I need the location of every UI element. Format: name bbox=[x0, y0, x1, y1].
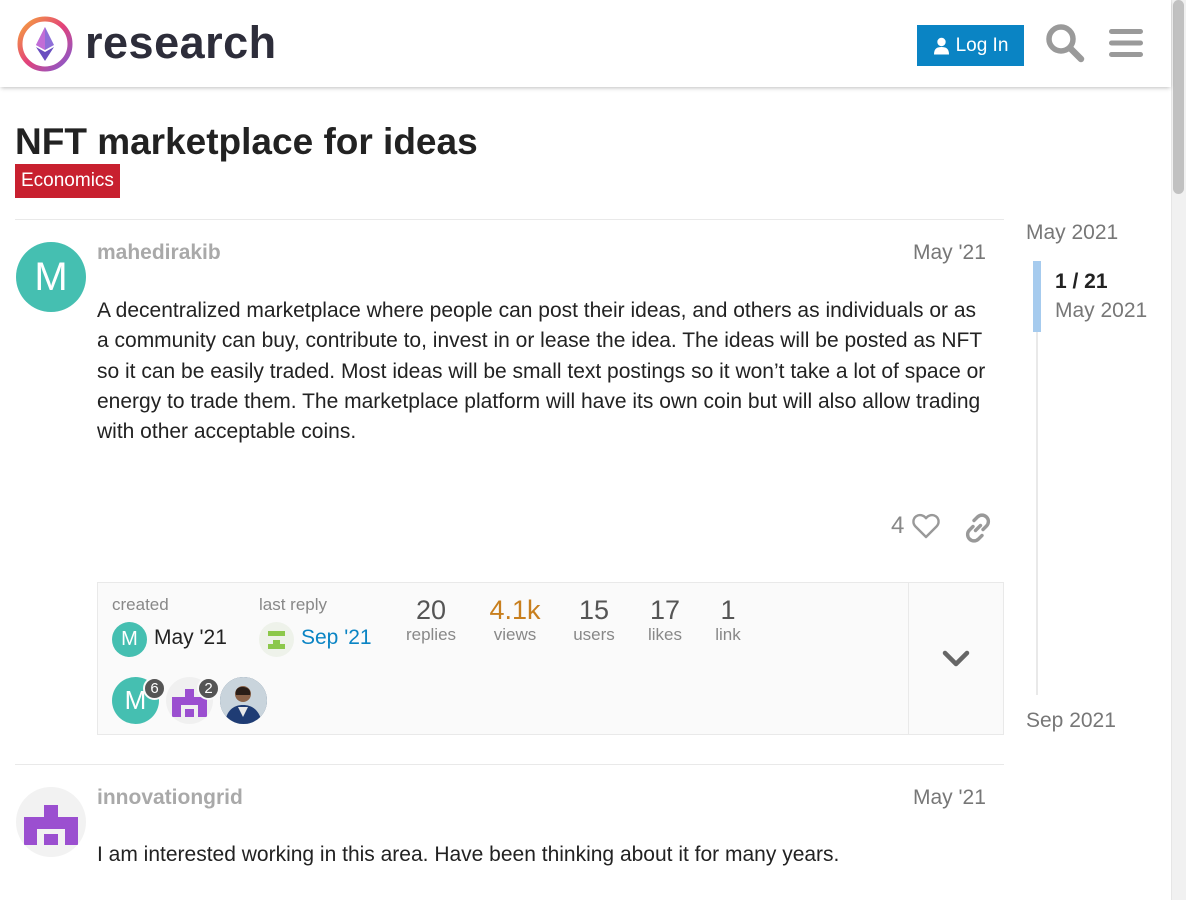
logo-text: research bbox=[85, 16, 277, 68]
log-in-label: Log In bbox=[955, 34, 1009, 56]
expand-topic-map-button[interactable] bbox=[908, 583, 1003, 734]
site-logo[interactable]: research bbox=[16, 15, 277, 73]
post-username[interactable]: innovationgrid bbox=[97, 786, 243, 810]
timeline-handle[interactable] bbox=[1033, 261, 1041, 332]
ethereum-research-logo-icon bbox=[17, 16, 73, 72]
topic-map-summary: created M May '21 last reply Sep '21 20 … bbox=[98, 583, 908, 734]
user-icon bbox=[933, 37, 949, 54]
scrollbar-thumb[interactable] bbox=[1173, 0, 1184, 194]
post-date[interactable]: May '21 bbox=[913, 786, 986, 810]
created-label: created bbox=[112, 595, 169, 614]
identicon-green-icon bbox=[268, 631, 285, 649]
post-divider bbox=[15, 764, 1004, 765]
stat-likes: 17 likes bbox=[639, 595, 691, 645]
stat-value: 20 bbox=[415, 595, 447, 625]
like-count: 4 bbox=[891, 512, 905, 539]
avatar[interactable]: M bbox=[16, 242, 86, 312]
identicon-purple-icon bbox=[24, 805, 78, 845]
stat-value: 1 bbox=[720, 595, 736, 625]
timeline-start-date[interactable]: May 2021 bbox=[1026, 221, 1118, 245]
stat-label: views bbox=[493, 625, 537, 644]
created-date: May '21 bbox=[154, 626, 227, 649]
stat-value: 15 bbox=[578, 595, 610, 625]
link-icon[interactable] bbox=[962, 512, 994, 544]
post-divider bbox=[15, 219, 1004, 220]
stat-value: 4.1k bbox=[489, 595, 541, 625]
category-badge[interactable]: Economics bbox=[15, 164, 120, 198]
topic-map: created M May '21 last reply Sep '21 20 … bbox=[97, 582, 1004, 735]
post-body: A decentralized marketplace where people… bbox=[97, 299, 986, 444]
timeline-end-date[interactable]: Sep 2021 bbox=[1026, 709, 1116, 733]
stat-label: replies bbox=[405, 625, 457, 644]
timeline-position: 1 / 21 bbox=[1055, 270, 1108, 293]
stat-users: 15 users bbox=[564, 595, 624, 645]
stat-label: likes bbox=[647, 625, 682, 644]
heart-icon bbox=[912, 513, 941, 539]
stat-views: 4.1k views bbox=[482, 595, 548, 645]
last-reply-avatar[interactable] bbox=[259, 622, 294, 657]
post-body: I am interested working in this area. Ha… bbox=[97, 843, 840, 866]
post-username[interactable]: mahedirakib bbox=[97, 241, 221, 265]
timeline-position-date: May 2021 bbox=[1055, 299, 1148, 322]
last-reply-label: last reply bbox=[259, 595, 328, 614]
created-avatar[interactable]: M bbox=[112, 622, 147, 657]
hamburger-menu-icon[interactable] bbox=[1104, 21, 1148, 65]
stat-value: 17 bbox=[649, 595, 681, 625]
log-in-button[interactable]: Log In bbox=[917, 25, 1024, 66]
site-header: research Log In bbox=[0, 0, 1171, 87]
stat-label: users bbox=[573, 625, 615, 644]
user-photo-icon bbox=[220, 677, 267, 724]
last-reply-date[interactable]: Sep '21 bbox=[301, 626, 372, 650]
stat-label: link bbox=[715, 625, 741, 644]
stat-replies: 20 replies bbox=[396, 595, 466, 645]
search-icon[interactable] bbox=[1043, 21, 1087, 65]
avatar-letter: M bbox=[121, 628, 138, 650]
participant-post-count: 2 bbox=[197, 677, 220, 700]
topic-title[interactable]: NFT marketplace for ideas bbox=[15, 121, 478, 163]
avatar[interactable] bbox=[16, 787, 86, 857]
stat-link: 1 link bbox=[708, 595, 748, 645]
participant-post-count: 6 bbox=[143, 677, 166, 700]
like-button[interactable]: 4 bbox=[891, 512, 941, 540]
post-date[interactable]: May '21 bbox=[913, 241, 986, 265]
chevron-down-icon bbox=[942, 650, 970, 666]
participant-avatar-photo[interactable] bbox=[220, 677, 267, 724]
avatar-letter: M bbox=[34, 254, 68, 299]
